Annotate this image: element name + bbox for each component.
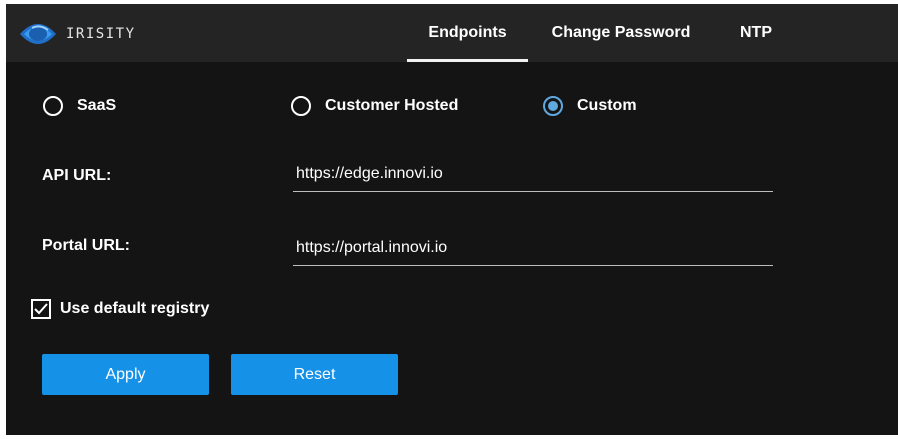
tab-endpoints-label: Endpoints <box>428 24 507 41</box>
tab-change-password[interactable]: Change Password <box>539 4 703 62</box>
use-default-registry-option[interactable]: Use default registry <box>31 299 209 319</box>
radio-custom[interactable]: Custom <box>543 96 637 116</box>
radio-saas-circle[interactable] <box>43 96 63 116</box>
radio-custom-circle[interactable] <box>543 96 563 116</box>
tab-endpoints[interactable]: Endpoints <box>407 4 528 62</box>
apply-button[interactable]: Apply <box>42 354 209 395</box>
brand-logo: IRISITY <box>18 18 136 50</box>
checkmark-icon <box>34 303 48 315</box>
radio-customer-hosted[interactable]: Customer Hosted <box>291 96 458 116</box>
irisity-logo-icon <box>20 24 56 44</box>
portal-url-label: Portal URL: <box>42 237 130 254</box>
reset-button[interactable]: Reset <box>231 354 398 395</box>
radio-saas[interactable]: SaaS <box>43 96 116 116</box>
tab-ntp-label: NTP <box>740 24 772 41</box>
tab-change-password-label: Change Password <box>551 24 691 41</box>
portal-url-input[interactable] <box>293 230 773 266</box>
radio-customer-hosted-label: Customer Hosted <box>325 97 459 114</box>
radio-custom-label: Custom <box>577 97 637 114</box>
radio-saas-label: SaaS <box>77 97 117 114</box>
use-default-registry-label: Use default registry <box>60 300 210 317</box>
tab-ntp[interactable]: NTP <box>731 4 781 62</box>
radio-customer-hosted-circle[interactable] <box>291 96 311 116</box>
endpoint-type-group: SaaS Customer Hosted Custom <box>6 96 898 124</box>
top-bar: IRISITY Endpoints Change Password NTP <box>6 4 898 62</box>
logo-text: IRISITY <box>66 26 136 42</box>
api-url-input[interactable] <box>293 156 773 192</box>
api-url-label: API URL: <box>42 167 112 184</box>
use-default-registry-checkbox[interactable] <box>31 299 51 319</box>
settings-panel: IRISITY Endpoints Change Password NTP Sa… <box>6 4 898 435</box>
